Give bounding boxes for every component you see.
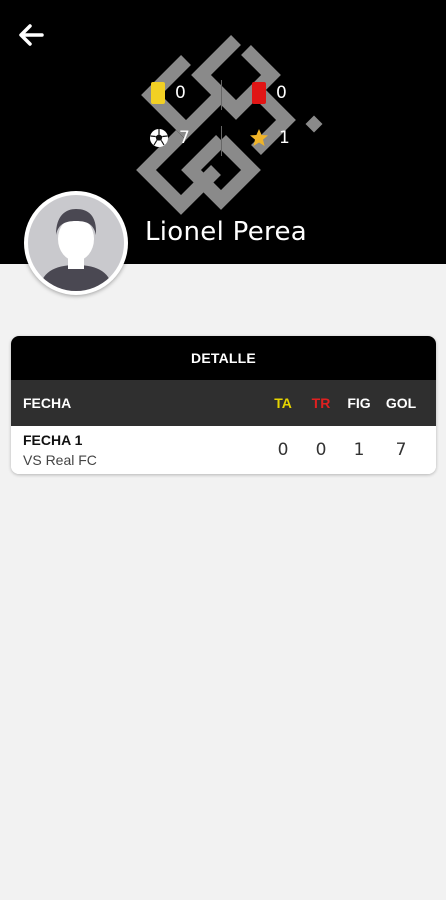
star-icon [250,129,268,146]
row-fecha: FECHA 1 [23,432,83,448]
column-header-gol: GOL [385,395,417,411]
column-header-fig: FIG [347,395,371,411]
row-fig: 1 [353,440,365,460]
mvp-stat: 1 [249,128,290,148]
column-header-ta: TA [274,395,292,411]
stats-divider [221,80,222,110]
stats-divider [221,126,222,156]
mvp-count: 1 [279,128,290,148]
back-button[interactable] [16,20,46,50]
goals-stat: 7 [149,128,190,148]
yellow-cards-stat: 0 [151,82,186,104]
goals-count: 7 [179,128,190,148]
user-silhouette-icon [40,209,112,291]
soccer-ball-icon [150,129,168,147]
avatar [24,191,128,295]
row-fecha-cell: FECHA 1 VS Real FC [11,432,264,468]
row-ta: 0 [277,440,289,460]
detail-table: DETALLE FECHA TA TR FIG GOL FECHA 1 VS R… [11,336,436,474]
yellow-card-icon [151,82,165,104]
row-gol: 7 [395,440,407,460]
column-header-tr: TR [311,395,331,411]
red-cards-count: 0 [276,83,287,103]
row-tr: 0 [315,440,327,460]
table-row[interactable]: FECHA 1 VS Real FC 0 0 1 7 [11,426,436,474]
row-opponent: VS Real FC [23,452,97,468]
column-header-fecha: FECHA [23,395,72,411]
yellow-cards-count: 0 [175,83,186,103]
table-header-row: FECHA TA TR FIG GOL [11,380,436,426]
arrow-left-icon [19,24,44,46]
red-card-icon [252,82,266,104]
avatar-placeholder [28,195,124,291]
detail-title: DETALLE [11,336,436,380]
red-cards-stat: 0 [252,82,287,104]
player-name: Lionel Perea [145,217,307,247]
